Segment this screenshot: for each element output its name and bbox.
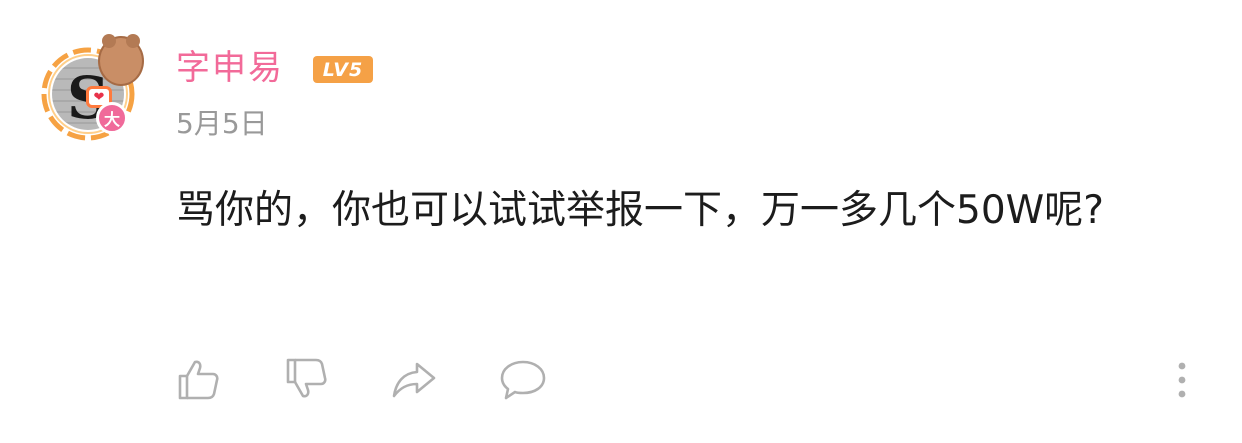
like-button[interactable] — [176, 356, 222, 402]
avatar-badge: 大 — [96, 102, 128, 134]
bear-icon — [98, 34, 144, 86]
dislike-button[interactable] — [284, 356, 330, 402]
thumbs-up-icon — [178, 360, 219, 400]
comment-bubble-icon — [500, 360, 546, 400]
more-options-button[interactable] — [1170, 360, 1194, 400]
username[interactable]: 字申易 — [176, 46, 284, 90]
reply-button[interactable] — [498, 356, 546, 402]
more-vertical-icon — [1178, 362, 1186, 398]
share-arrow-icon — [392, 362, 436, 398]
thumbs-down-icon — [286, 358, 327, 398]
share-button[interactable] — [390, 356, 436, 402]
comment-text: 骂你的，你也可以试试举报一下，万一多几个50W呢? — [176, 188, 1104, 233]
level-badge: LV5 — [313, 56, 373, 83]
comment-date: 5月5日 — [176, 107, 268, 140]
